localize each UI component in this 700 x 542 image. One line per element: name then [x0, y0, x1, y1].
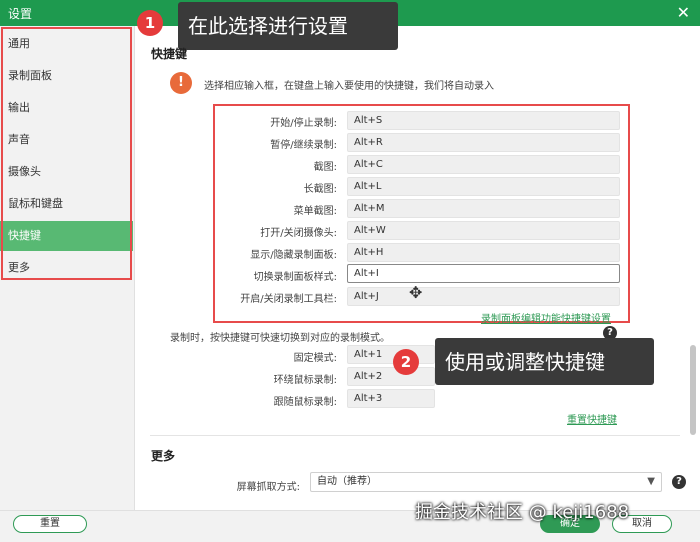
hotkey-input-toolbar[interactable]: Alt+J	[347, 287, 620, 306]
hotkey-label: 菜单截图:	[293, 206, 337, 217]
capture-method-value: 自动（推荐）	[317, 476, 377, 487]
callout-text: 使用或调整快捷键	[445, 350, 605, 374]
hotkey-label: 暂停/继续录制:	[270, 140, 337, 151]
section-divider	[150, 435, 680, 436]
window-title: 设置	[8, 7, 33, 21]
hotkeys-section-title: 快捷键	[151, 47, 188, 61]
reset-hotkeys-link[interactable]: 重置快捷键	[567, 411, 617, 426]
modes-hint: 录制时，按快捷键可快速切换到对应的录制模式。	[170, 333, 390, 344]
mode-input-follow-mouse[interactable]: Alt+3	[347, 389, 435, 408]
callout-number-badge: 1	[137, 10, 163, 36]
warning-icon: !	[170, 72, 192, 94]
sidebar-item-audio[interactable]: 声音	[0, 125, 133, 155]
sidebar-item-hotkeys[interactable]: 快捷键	[0, 221, 133, 251]
callout-number-badge: 2	[393, 349, 419, 375]
close-icon[interactable]: ✕	[677, 3, 690, 22]
hotkey-input-start-stop[interactable]: Alt+S	[347, 111, 620, 130]
hotkey-input-long-screenshot[interactable]: Alt+L	[347, 177, 620, 196]
hotkey-input-toggle-panel[interactable]: Alt+H	[347, 243, 620, 262]
hotkey-input-screenshot[interactable]: Alt+C	[347, 155, 620, 174]
sidebar-item-mouse-keyboard[interactable]: 鼠标和键盘	[0, 189, 133, 219]
hotkey-label: 打开/关闭摄像头:	[260, 228, 337, 239]
mode-label: 固定模式:	[293, 353, 337, 364]
capture-method-label: 屏幕抓取方式:	[236, 482, 300, 493]
hotkey-label: 显示/隐藏录制面板:	[250, 250, 337, 261]
hotkey-input-menu-screenshot[interactable]: Alt+M	[347, 199, 620, 218]
hotkey-label: 开启/关闭录制工具栏:	[240, 294, 337, 305]
hotkey-label: 开始/停止录制:	[270, 118, 337, 129]
reset-button[interactable]: 重置	[13, 515, 87, 533]
callout-tooltip: 在此选择进行设置	[178, 2, 398, 50]
move-cursor-icon: ✥	[409, 283, 423, 302]
hotkey-input-pause-resume[interactable]: Alt+R	[347, 133, 620, 152]
mode-input-fixed[interactable]: Alt+1	[347, 345, 435, 364]
watermark: 掘金技术社区 @ keji1688	[415, 502, 630, 523]
capture-method-select[interactable]: 自动（推荐） ▼	[310, 472, 662, 492]
sidebar-item-more[interactable]: 更多	[0, 253, 133, 283]
hotkey-label: 截图:	[313, 162, 337, 173]
mode-label: 环绕鼠标录制:	[273, 375, 337, 386]
sidebar-item-camera[interactable]: 摄像头	[0, 157, 133, 187]
sidebar: 通用 录制面板 输出 声音 摄像头 鼠标和键盘 快捷键 更多	[0, 26, 135, 510]
hotkeys-hint: 选择相应输入框，在键盘上输入要使用的快捷键，我们将自动录入	[204, 81, 494, 92]
callout-text: 在此选择进行设置	[188, 14, 348, 38]
sidebar-item-output[interactable]: 输出	[0, 93, 133, 123]
hotkey-input-panel-style[interactable]: Alt+I	[347, 264, 620, 283]
panel-hotkey-settings-link[interactable]: 录制面板编辑功能快捷键设置	[481, 310, 611, 325]
mode-label: 跟随鼠标录制:	[273, 397, 337, 408]
callout-tooltip: 使用或调整快捷键	[435, 338, 654, 385]
hotkey-label: 长截图:	[303, 184, 337, 195]
more-section-title: 更多	[151, 449, 176, 463]
hotkey-label: 切换录制面板样式:	[253, 272, 337, 283]
chevron-down-icon: ▼	[647, 476, 655, 487]
hotkey-input-camera[interactable]: Alt+W	[347, 221, 620, 240]
scrollbar-thumb[interactable]	[690, 345, 696, 435]
sidebar-item-general[interactable]: 通用	[0, 29, 133, 59]
mode-input-around-mouse[interactable]: Alt+2	[347, 367, 435, 386]
help-icon[interactable]: ?	[672, 475, 686, 489]
sidebar-item-recording-panel[interactable]: 录制面板	[0, 61, 133, 91]
